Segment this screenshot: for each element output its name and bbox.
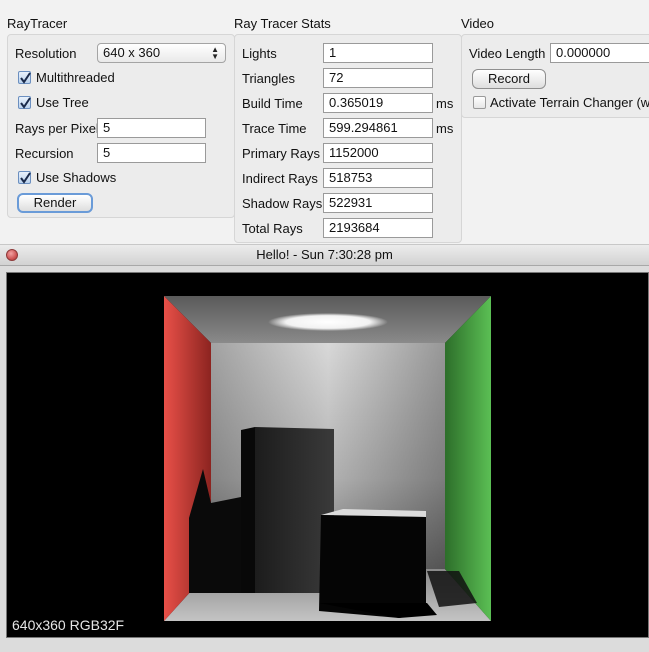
use-tree-checkbox[interactable]	[18, 96, 31, 109]
stat-label: Total Rays	[242, 221, 303, 236]
stat-value[interactable]: 2193684	[323, 218, 433, 238]
resolution-value: 640 x 360	[103, 45, 161, 60]
stat-value[interactable]: 518753	[323, 168, 433, 188]
short-block-front	[319, 515, 426, 618]
use-shadows-label: Use Shadows	[36, 170, 117, 185]
terrain-changer-label: Activate Terrain Changer (w	[490, 95, 649, 110]
use-shadows-checkbox[interactable]	[18, 171, 31, 184]
recursion-label: Recursion	[15, 146, 74, 161]
cornell-box-render	[164, 296, 491, 621]
video-length-label: Video Length	[469, 46, 546, 61]
render-viewport[interactable]	[6, 272, 649, 638]
stat-label: Primary Rays	[242, 146, 321, 161]
checkmark-icon	[20, 72, 31, 84]
checkmark-icon	[20, 97, 31, 109]
stat-label: Trace Time	[242, 121, 307, 136]
rays-per-pixel-label: Rays per Pixel	[15, 121, 99, 136]
close-icon[interactable]	[6, 249, 18, 261]
use-tree-label: Use Tree	[36, 95, 89, 110]
stat-unit: ms	[436, 121, 454, 136]
stat-label: Lights	[242, 46, 277, 61]
tall-block-side	[241, 427, 255, 593]
rays-per-pixel-input[interactable]: 5	[97, 118, 206, 138]
stat-label: Shadow Rays	[242, 196, 323, 211]
recursion-input[interactable]: 5	[97, 143, 206, 163]
stat-value[interactable]: 0.365019	[323, 93, 433, 113]
video-group-title: Video	[461, 16, 495, 31]
resolution-label: Resolution	[15, 46, 77, 61]
checkmark-icon	[20, 172, 31, 184]
select-arrows-icon: ▲ ▼	[211, 45, 219, 61]
record-button[interactable]: Record	[472, 69, 546, 89]
viewport-format-label: 640x360 RGB32F	[12, 617, 125, 633]
stat-value[interactable]: 599.294861	[323, 118, 433, 138]
stat-label: Build Time	[242, 96, 303, 111]
stat-unit: ms	[436, 96, 454, 111]
terrain-changer-checkbox[interactable]	[473, 96, 486, 109]
stat-label: Triangles	[242, 71, 295, 86]
window-titlebar[interactable]: Hello! - Sun 7:30:28 pm	[0, 244, 649, 266]
ceiling-light	[268, 313, 388, 331]
render-button[interactable]: Render	[17, 193, 93, 213]
stat-value[interactable]: 1152000	[323, 143, 433, 163]
window-title: Hello! - Sun 7:30:28 pm	[256, 247, 393, 262]
stats-group-title: Ray Tracer Stats	[234, 16, 331, 31]
stat-value[interactable]: 522931	[323, 193, 433, 213]
video-length-input[interactable]: 0.000000	[550, 43, 649, 63]
multithreaded-checkbox[interactable]	[18, 71, 31, 84]
stat-label: Indirect Rays	[242, 171, 318, 186]
stat-value[interactable]: 1	[323, 43, 433, 63]
raytracer-group-title: RayTracer	[7, 16, 68, 31]
multithreaded-label: Multithreaded	[36, 70, 115, 85]
stat-value[interactable]: 72	[323, 68, 433, 88]
resolution-select[interactable]: 640 x 360 ▲ ▼	[97, 43, 226, 63]
